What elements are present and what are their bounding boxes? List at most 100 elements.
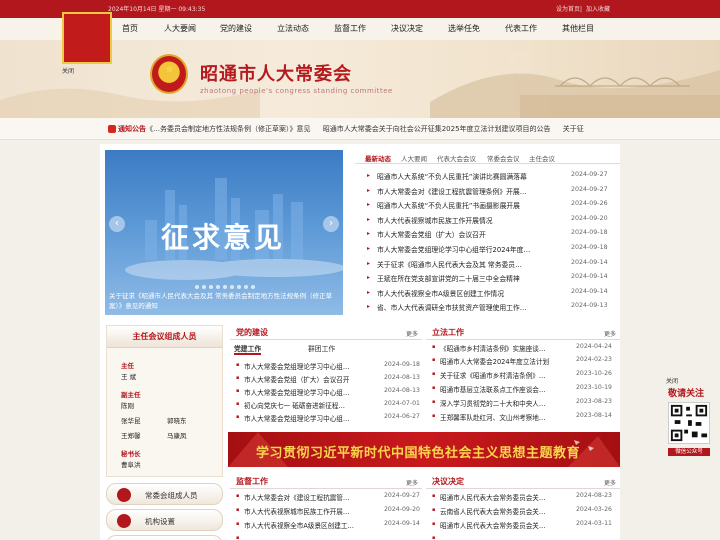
section-title: 监督工作: [236, 477, 268, 486]
notice-item[interactable]: 昭通市人大常委会关于向社会公开征集2025年度立法计划建议项目的公告: [323, 125, 551, 133]
nav-home[interactable]: 首页: [122, 23, 138, 34]
slider-dot[interactable]: [244, 285, 248, 289]
nav-party[interactable]: 党的建设: [220, 23, 252, 34]
nav-elections[interactable]: 选举任免: [448, 23, 480, 34]
slider-dot[interactable]: [209, 285, 213, 289]
list-item[interactable]: ▸ 昭通市人大系统“不负人民重托”书画摄影展开展 2024-09-26: [355, 199, 620, 214]
organization-button[interactable]: 机构设置: [106, 509, 223, 531]
slider-headline: 征求意见: [161, 221, 286, 254]
slider-dot[interactable]: [216, 285, 220, 289]
sidebar-button-3[interactable]: [106, 535, 223, 540]
member-name[interactable]: 曹阜洪: [121, 459, 141, 469]
list-item[interactable]: ▪ 昭通市人大常委会2024年度立法计划 2024-02-23: [426, 356, 620, 368]
news-list: ▸ 昭通市人大系统“不负人民重托”演讲比赛圆满落幕 2024-09-27 ▸ 市人大常…: [355, 170, 620, 316]
committee-members-button[interactable]: 常委会组成人员: [106, 483, 223, 505]
item-title: 王郑馨率队赴红河、文山州考察地…: [440, 414, 546, 422]
tab-standing-committee[interactable]: 常委会会议: [487, 153, 520, 163]
list-item[interactable]: ▪ 市人大常委会党组理论学习中心组… 2024-08-13: [230, 387, 422, 399]
list-item[interactable]: ▪ 市人大代表视察全市A级景区创建工… 2024-09-14: [230, 520, 422, 532]
item-date: 2024-04-24: [576, 343, 612, 350]
list-item[interactable]: ▪: [230, 534, 422, 540]
list-item[interactable]: ▪ 市人大常委会党组理论学习中心组… 2024-09-18: [230, 361, 422, 373]
notice-item[interactable]: 关于征: [563, 125, 584, 133]
member-name[interactable]: 张华昆: [121, 415, 141, 425]
slider-dot[interactable]: [195, 285, 199, 289]
item-title: 初心向党庆七一 砥砺奋进新征程…: [244, 402, 346, 410]
slider-next-button[interactable]: ›: [323, 216, 339, 232]
list-item[interactable]: ▸ 省、市人大代表调研全市扶贫资产管理使用工作… 2024-09-13: [355, 301, 620, 316]
tab-mass-work[interactable]: 群团工作: [308, 343, 335, 353]
list-item[interactable]: ▪ 市人大常委会党组（扩大）会议召开 2024-08-13: [230, 374, 422, 386]
list-item[interactable]: ▪ 王郑馨率队赴红河、文山州考察地… 2023-08-14: [426, 412, 620, 424]
tab-congress[interactable]: 代表大会会议: [437, 153, 476, 163]
slider-dot[interactable]: [251, 285, 255, 289]
slider-caption[interactable]: 关于征求《昭通市人民代表大会及其 常务委员会制定地方性法规条例（修正草案）》意见…: [109, 291, 339, 311]
news-date: 2024-09-14: [571, 287, 608, 295]
item-date: 2024-09-18: [384, 361, 420, 368]
member-name[interactable]: 王郑馨: [121, 430, 141, 440]
nav-resolutions[interactable]: 决议决定: [391, 23, 423, 34]
list-item[interactable]: ▪ 昭通市人民代表大会常务委员会关… 2024-08-23: [426, 492, 620, 504]
member-name[interactable]: 马康凤: [167, 430, 187, 440]
list-item[interactable]: ▪ 关于征求《昭通市乡村清洁条例》… 2023-10-26: [426, 370, 620, 382]
list-item[interactable]: ▪ 深入学习贯彻党的二十大和中央人… 2023-08-23: [426, 398, 620, 410]
list-item[interactable]: ▪ 市人大常委会对《建设工程抗震管… 2024-09-27: [230, 492, 422, 504]
member-name[interactable]: 陈刚: [121, 400, 134, 410]
set-homepage-link[interactable]: 设为首页: [556, 6, 580, 13]
item-date: 2023-10-26: [576, 370, 612, 377]
list-item[interactable]: ▪ 市人大常委会党组理论学习中心组… 2024-06-27: [230, 413, 422, 425]
tab-news[interactable]: 人大要闻: [401, 153, 427, 163]
list-item[interactable]: ▪ 《昭通市乡村清洁条例》实施座谈… 2024-04-24: [426, 343, 620, 355]
list-item[interactable]: ▪ 云南省人民代表大会常务委员会关… 2024-03-26: [426, 506, 620, 518]
nav-other[interactable]: 其他栏目: [562, 23, 594, 34]
list-item[interactable]: ▪ 市人大代表视察城市民族工作开展… 2024-09-20: [230, 506, 422, 518]
item-title: 昭通市人大常委会2024年度立法计划: [440, 358, 550, 366]
list-item[interactable]: ▸ 王斌在所在党支部宣讲党的二十届三中全会精神 2024-09-14: [355, 272, 620, 287]
item-title: 关于征求《昭通市乡村清洁条例》…: [440, 372, 546, 380]
nav-legislation[interactable]: 立法动态: [277, 23, 309, 34]
list-item[interactable]: ▸ 昭通市人大系统“不负人民重托”演讲比赛圆满落幕 2024-09-27: [355, 170, 620, 185]
sidebutton-label: 常委会组成人员: [145, 491, 198, 500]
tab-party-work[interactable]: 党建工作: [234, 343, 262, 355]
slider-dot[interactable]: [230, 285, 234, 289]
member-name[interactable]: 王 斌: [121, 371, 136, 381]
slider-dot[interactable]: [202, 285, 206, 289]
slider-dot[interactable]: [237, 285, 241, 289]
list-item[interactable]: ▸ 关于征求《昭通市人民代表大会及其 常务委员… 2024-09-14: [355, 258, 620, 273]
tab-director-meeting[interactable]: 主任会议: [529, 153, 555, 163]
floating-badge[interactable]: [62, 12, 112, 64]
list-item[interactable]: ▸ 市人大常委会对《建设工程抗震管理条例》开展… 2024-09-27: [355, 185, 620, 200]
list-item[interactable]: ▪ 昭通市人民代表大会常务委员会关… 2024-03-11: [426, 520, 620, 532]
list-item[interactable]: ▪ 初心向党庆七一 砥砺奋进新征程… 2024-07-01: [230, 400, 422, 412]
member-name[interactable]: 郭晓东: [167, 415, 187, 425]
qr-code-icon: [668, 402, 710, 444]
news-date: 2024-09-14: [571, 258, 608, 266]
more-link[interactable]: 更多: [406, 329, 418, 338]
list-item[interactable]: ▸ 市人大常委会党组理论学习中心组举行2024年度… 2024-09-18: [355, 243, 620, 258]
badge-close-button[interactable]: 关闭: [62, 66, 74, 75]
nav-supervision[interactable]: 监督工作: [334, 23, 366, 34]
notice-item[interactable]: 《…务委员会制定地方性法规条例（修正草案）》意见: [146, 125, 311, 133]
nav-deputies[interactable]: 代表工作: [505, 23, 537, 34]
more-link[interactable]: 更多: [406, 478, 418, 487]
image-slider[interactable]: 征求意见 ‹ › 关于征求《昭通市人民代表大会及其 常务委员会制定地方性法规条例…: [105, 150, 343, 315]
add-favorite-link[interactable]: 加入收藏: [586, 6, 610, 13]
tab-latest[interactable]: 最新动态: [365, 153, 391, 163]
list-item[interactable]: ▪ 昭通市基层立法联系点工作座谈会… 2023-10-19: [426, 384, 620, 396]
legislation-section: 立法工作 更多 ▪ 《昭通市乡村清洁条例》实施座谈… 2024-04-24 ▪ 昭通市…: [426, 325, 620, 427]
more-link[interactable]: 更多: [604, 478, 616, 487]
list-item[interactable]: ▪: [426, 534, 620, 540]
follow-close-button[interactable]: 关闭: [666, 376, 678, 385]
news-title: 市人大常委会对《建设工程抗震管理条例》开展…: [377, 187, 527, 196]
party-building-section: 党的建设 更多 党建工作 群团工作 ▪ 市人大常委会党组理论学习中心组… 2024-…: [230, 325, 422, 427]
list-item[interactable]: ▸ 市人大代表视察城市民族工作开展情况 2024-09-20: [355, 214, 620, 229]
slider-dot[interactable]: [223, 285, 227, 289]
list-item[interactable]: ▸ 市人大常委会党组（扩大）会议召开 2024-09-18: [355, 228, 620, 243]
slider-prev-button[interactable]: ‹: [109, 216, 125, 232]
notice-label: 通知公告: [118, 125, 146, 133]
more-link[interactable]: 更多: [604, 329, 616, 338]
nav-news[interactable]: 人大要闻: [164, 23, 196, 34]
theme-education-banner[interactable]: 学习贯彻习近平新时代中国特色社会主义思想主题教育: [228, 432, 620, 467]
item-title: 市人大代表视察城市民族工作开展…: [244, 508, 350, 516]
list-item[interactable]: ▸ 市人大代表视察全市A级景区创建工作情况 2024-09-14: [355, 287, 620, 302]
